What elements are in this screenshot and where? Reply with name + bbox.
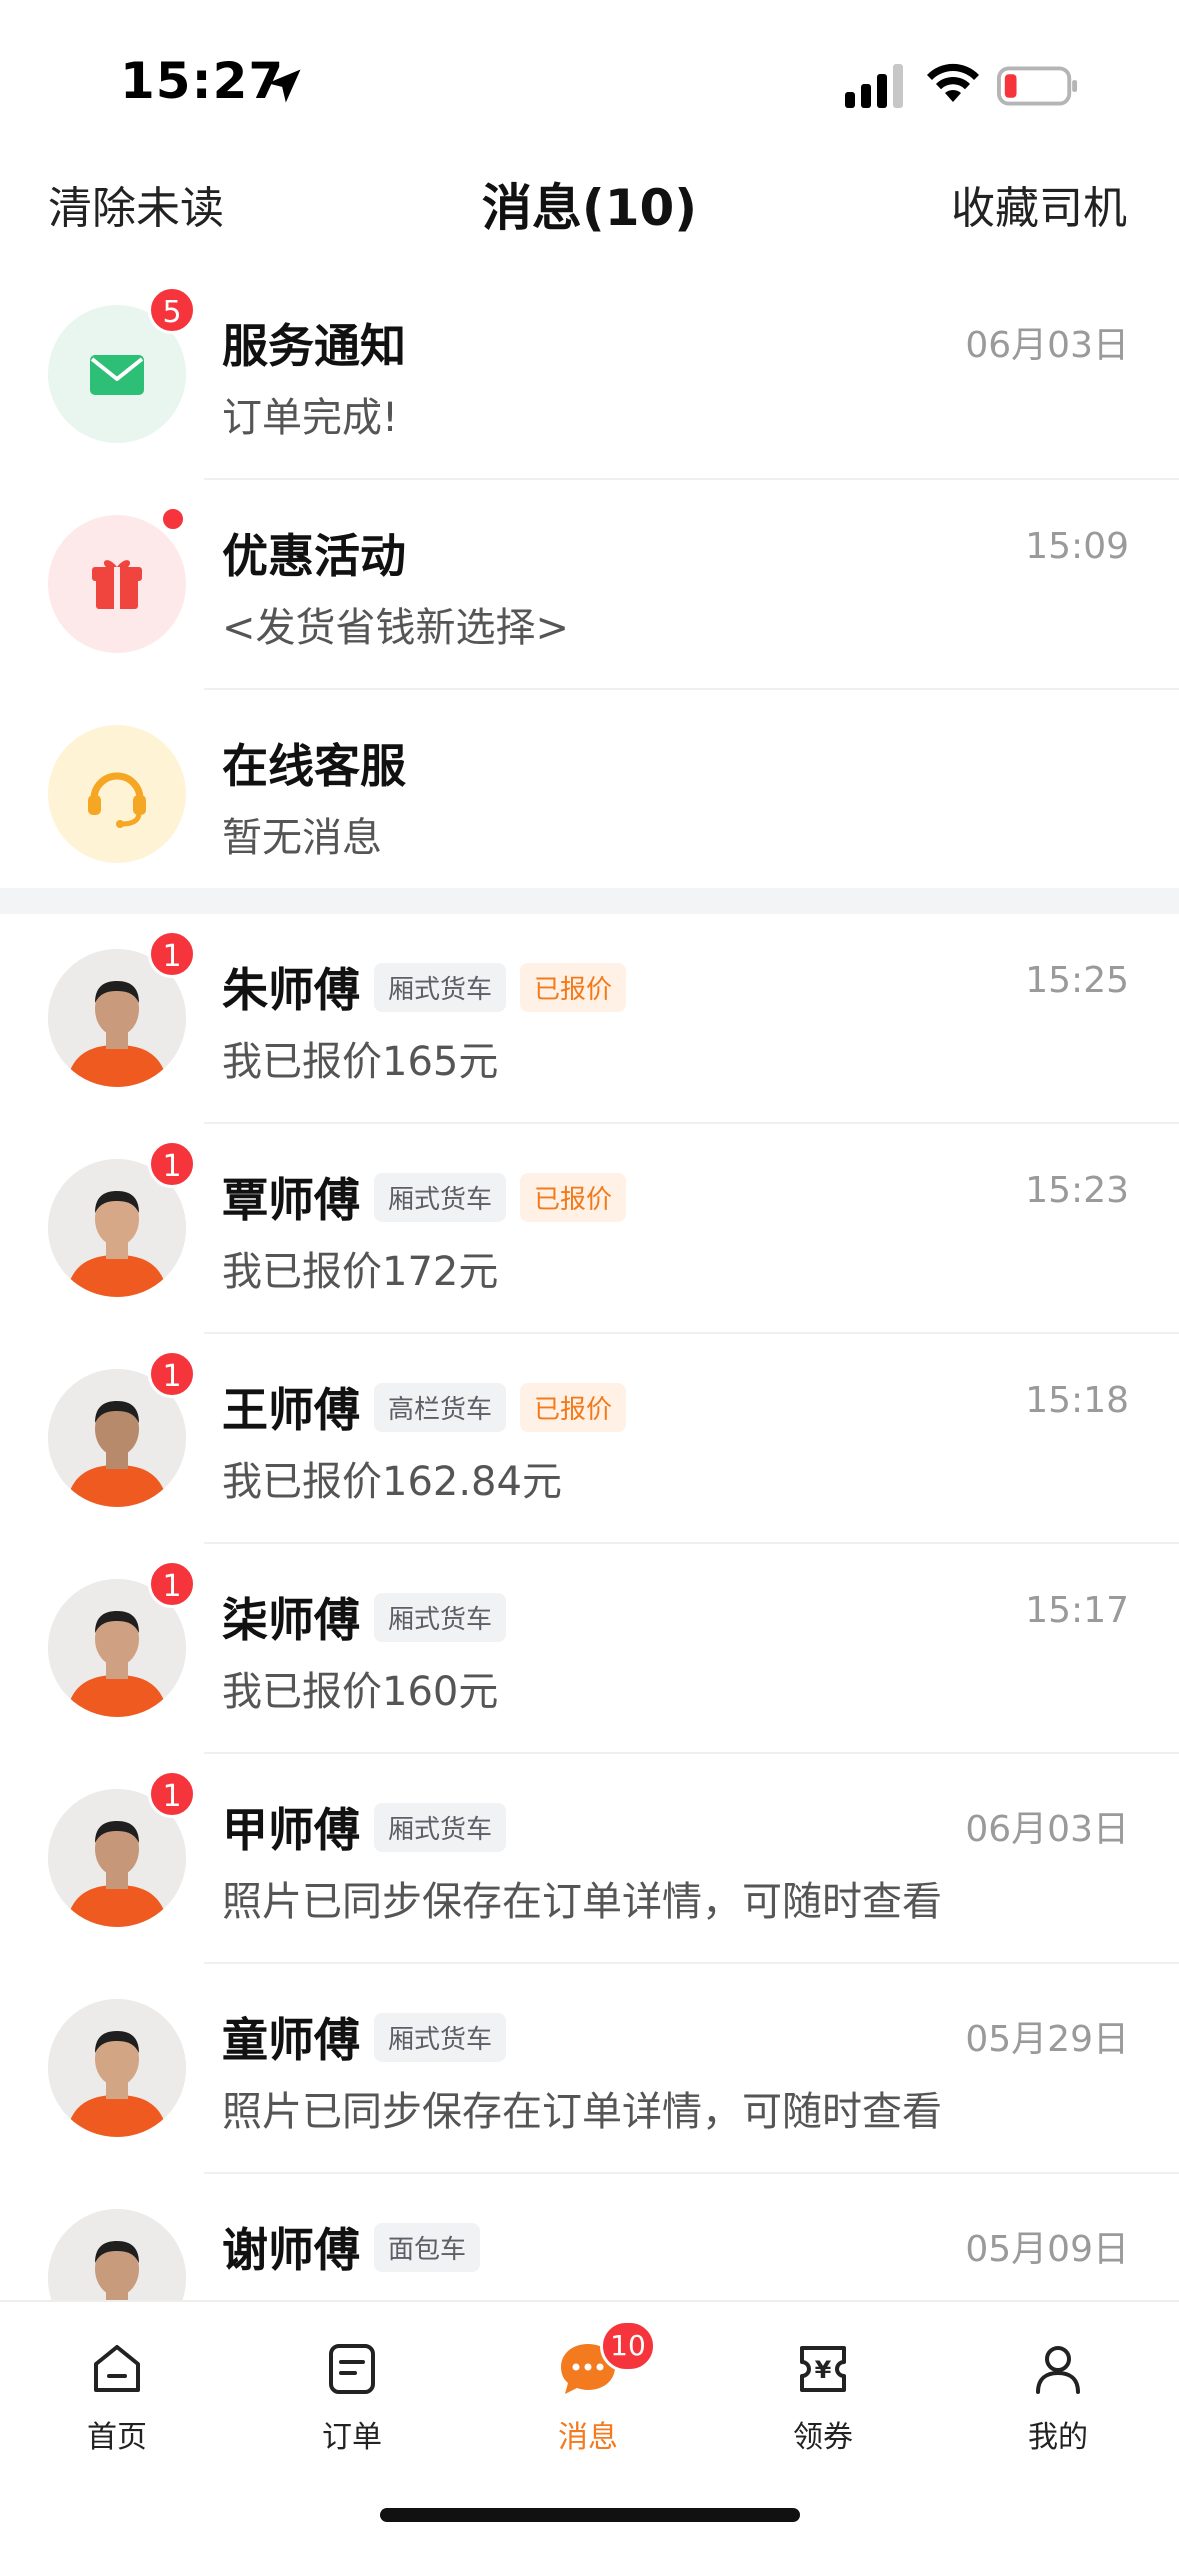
driver-message-item[interactable]: 1 柒师傅 厢式货车我已报价160元 15:17	[0, 1544, 1179, 1754]
tab-messages[interactable]: 消息 10	[508, 2320, 668, 2456]
message-preview: 照片已同步保存在订单详情，可随时查看	[222, 1879, 942, 1925]
vehicle-type-tag: 面包车	[374, 2223, 481, 2272]
quote-status-tag: 已报价	[520, 963, 627, 1012]
message-time: 15:23	[1025, 1170, 1129, 1211]
message-title: 优惠活动	[222, 529, 406, 583]
unread-badge: 5	[148, 286, 196, 334]
promotion-item[interactable]: 优惠活动 <发货省钱新选择> 15:09	[0, 480, 1179, 690]
unread-badge: 1	[148, 930, 196, 978]
vehicle-type-tag: 厢式货车	[374, 1173, 507, 1222]
nav-header: 消息(10) 清除未读 收藏司机	[0, 160, 1179, 260]
battery-icon	[997, 66, 1078, 106]
driver-name: 甲师傅	[222, 1803, 360, 1857]
unread-badge: 1	[148, 1350, 196, 1398]
vehicle-type-tag: 厢式货车	[374, 1803, 507, 1852]
tab-label: 消息	[558, 2420, 618, 2455]
driver-message-item[interactable]: 童师傅 厢式货车照片已同步保存在订单详情，可随时查看 05月29日	[0, 1964, 1179, 2174]
tab-label: 首页	[87, 2420, 147, 2455]
tab-orders[interactable]: 订单	[272, 2340, 432, 2456]
driver-name-line: 谢师傅 面包车	[222, 2214, 481, 2280]
order-icon	[329, 2344, 375, 2394]
message-title: 服务通知	[222, 319, 406, 373]
vehicle-type-tag: 厢式货车	[374, 963, 507, 1012]
vehicle-type-tag: 厢式货车	[374, 2013, 507, 2062]
unread-badge: 1	[148, 1560, 196, 1608]
profile-icon	[1036, 2346, 1080, 2394]
home-indicator	[380, 2508, 800, 2522]
message-preview: 订单完成!	[222, 395, 399, 441]
tab-label: 领券	[793, 2420, 853, 2455]
status-time: 15:27	[120, 52, 285, 110]
message-title: 在线客服	[222, 739, 406, 793]
message-time: 15:17	[1025, 1590, 1129, 1631]
quote-status-tag: 已报价	[520, 1173, 627, 1222]
driver-message-item[interactable]: 1 王师傅 高栏货车 已报价我已报价162.84元 15:18	[0, 1334, 1179, 1544]
unread-badge: 1	[148, 1140, 196, 1188]
tab-label: 订单	[322, 2420, 382, 2455]
unread-dot	[160, 506, 186, 532]
location-arrow-icon	[267, 69, 301, 103]
headset-icon	[88, 772, 146, 828]
message-time: 06月03日	[965, 1809, 1129, 1850]
message-count-badge: 10	[600, 2320, 656, 2372]
tab-profile[interactable]: 我的	[978, 2340, 1138, 2456]
message-preview: 照片已同步保存在订单详情，可随时查看	[222, 2089, 942, 2135]
driver-name: 童师傅	[222, 2013, 360, 2067]
driver-name-line: 甲师傅 厢式货车	[222, 1794, 507, 1860]
driver-name-line: 覃师傅 厢式货车 已报价	[222, 1164, 627, 1230]
driver-name: 王师傅	[222, 1383, 360, 1437]
driver-name: 谢师傅	[222, 2223, 360, 2277]
message-preview: 暂无消息	[222, 815, 382, 861]
driver-name: 覃师傅	[222, 1173, 360, 1227]
driver-name-line: 王师傅 高栏货车 已报价	[222, 1374, 627, 1440]
cellular-signal-icon	[845, 64, 903, 108]
message-preview: <发货省钱新选择>	[222, 605, 570, 651]
svg-text:¥: ¥	[815, 2356, 832, 2384]
message-time: 15:18	[1025, 1380, 1129, 1421]
tab-label: 我的	[1028, 2420, 1088, 2455]
message-time: 05月29日	[965, 2019, 1129, 2060]
message-time: 15:25	[1025, 960, 1129, 1001]
message-preview: 我已报价165元	[222, 1039, 499, 1085]
wifi-icon	[927, 63, 979, 102]
message-preview: 我已报价160元	[222, 1669, 499, 1715]
message-preview: 我已报价172元	[222, 1249, 499, 1295]
driver-name: 朱师傅	[222, 963, 360, 1017]
promotion-avatar	[48, 515, 186, 653]
status-bar: 15:27	[0, 0, 1179, 150]
unread-badge: 1	[148, 1770, 196, 1818]
driver-name-line: 童师傅 厢式货车	[222, 2004, 507, 2070]
service-notice-item[interactable]: 5 服务通知 订单完成! 06月03日	[0, 270, 1179, 480]
driver-name: 柒师傅	[222, 1593, 360, 1647]
driver-message-item[interactable]: 1 覃师傅 厢式货车 已报价 我已报价172元 15:23	[0, 1124, 1179, 1334]
tab-coupons[interactable]: ¥ 领券	[743, 2340, 903, 2456]
driver-message-item[interactable]: 1 甲师傅 厢式货车照片已同步保存在订单详情，可随时查看 06月03日	[0, 1754, 1179, 1964]
coupon-icon: ¥	[800, 2346, 846, 2392]
favorite-drivers-button[interactable]: 收藏司机	[951, 172, 1127, 236]
customer-service-avatar	[48, 725, 186, 863]
clear-unread-button[interactable]: 清除未读	[48, 172, 224, 236]
driver-name-line: 朱师傅 厢式货车 已报价	[222, 954, 627, 1020]
message-time: 06月03日	[965, 325, 1129, 366]
customer-service-item[interactable]: 在线客服 暂无消息	[0, 690, 1179, 900]
home-icon	[94, 2345, 140, 2392]
gift-icon	[92, 560, 142, 609]
driver-message-item[interactable]: 1 朱师傅 厢式货车 已报价 我已报价165元 15:25	[0, 914, 1179, 1124]
vehicle-type-tag: 厢式货车	[374, 1593, 507, 1642]
vehicle-type-tag: 高栏货车	[374, 1383, 507, 1432]
tab-home[interactable]: 首页	[37, 2340, 197, 2456]
driver-avatar	[48, 1999, 186, 2137]
driver-photo-icon	[48, 1999, 186, 2137]
quote-status-tag: 已报价	[520, 1383, 627, 1432]
message-time: 15:09	[1025, 526, 1129, 567]
message-preview: 我已报价162.84元	[222, 1459, 562, 1505]
driver-name-line: 柒师傅 厢式货车	[222, 1584, 507, 1650]
section-divider	[0, 888, 1179, 914]
message-time: 05月09日	[965, 2229, 1129, 2270]
